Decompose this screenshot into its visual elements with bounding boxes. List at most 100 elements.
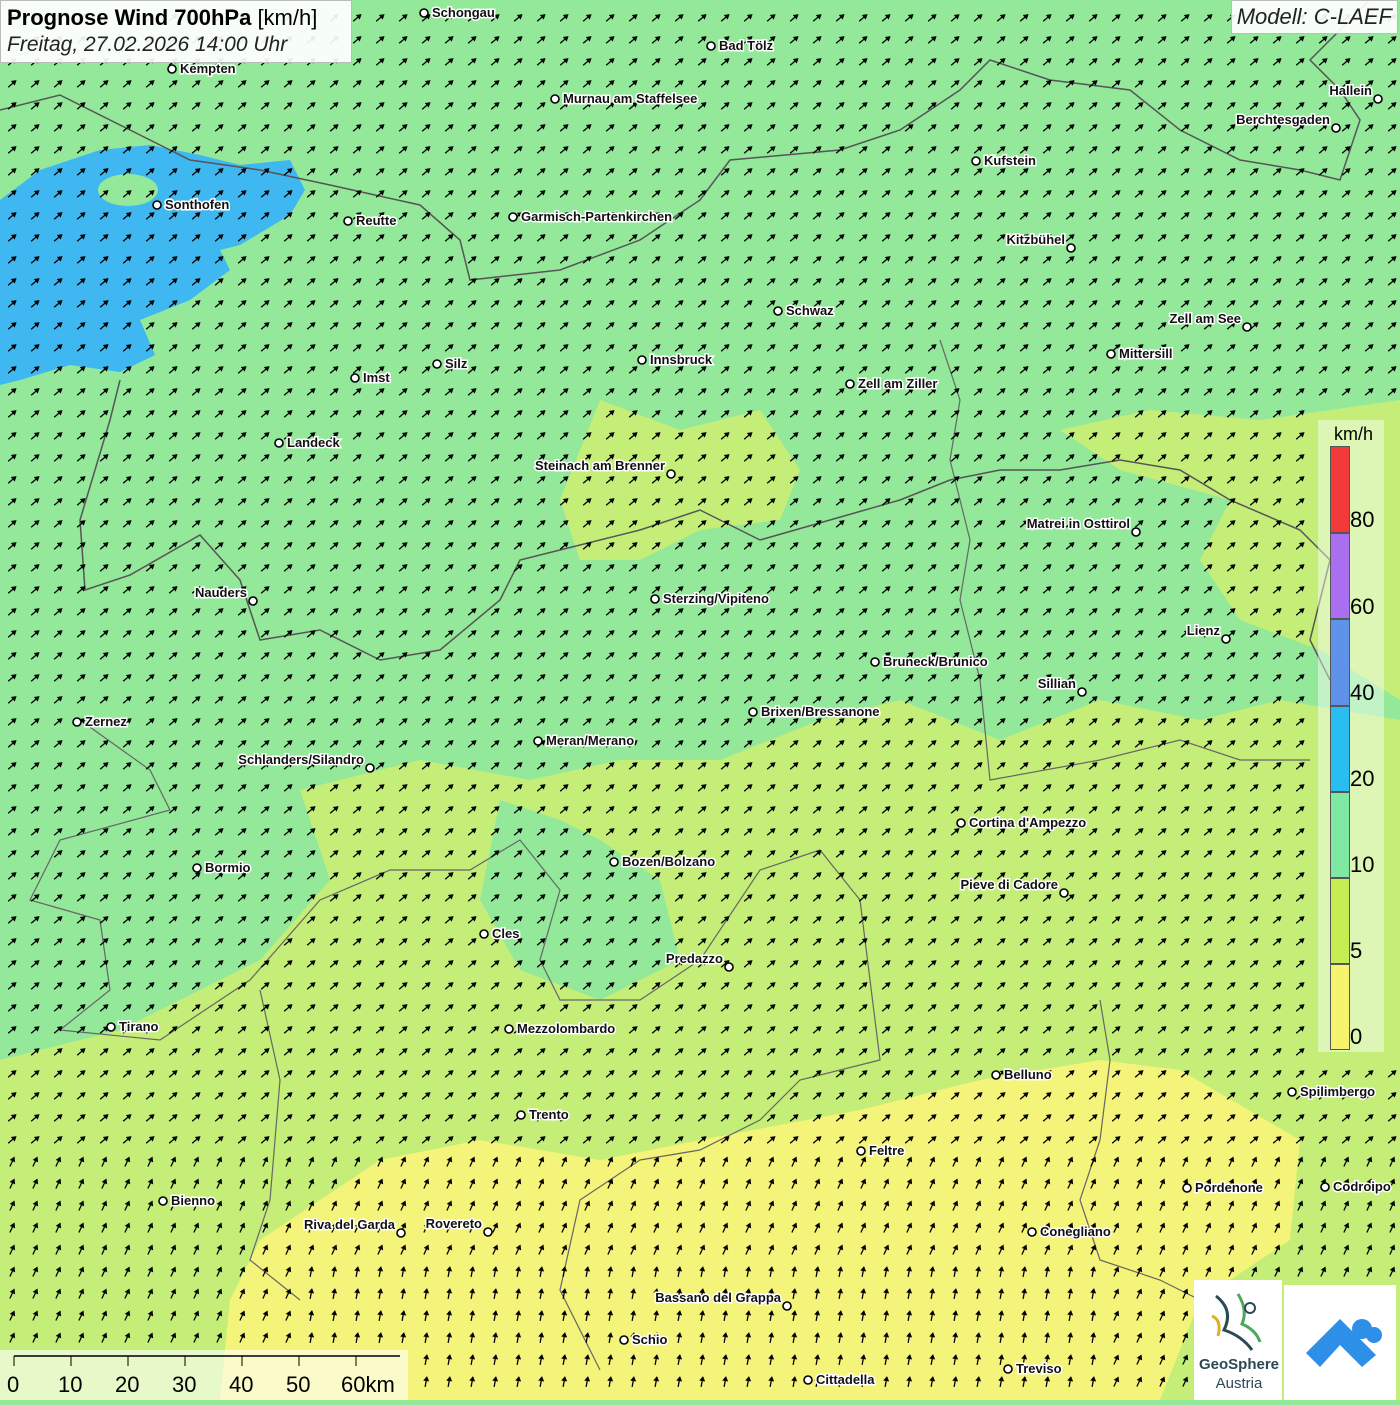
city-marker: Conegliano [1027, 1223, 1112, 1241]
city-label: Trento [529, 1107, 569, 1122]
city-label: Brixen/Bressanone [761, 704, 880, 719]
city-label: Feltre [869, 1143, 904, 1158]
city-label: Reutte [356, 213, 396, 228]
city-marker: Bruneck/Brunico [870, 653, 989, 671]
city-marker: Mezzolombardo [504, 1020, 617, 1038]
forecast-time: Freitag, 27.02.2026 14:00 Uhr [7, 33, 288, 56]
legend-tick-10: 10 [1350, 852, 1375, 877]
city-label: Mezzolombardo [517, 1021, 615, 1036]
city-label: Berchtesgaden [1236, 112, 1330, 127]
city-label: Kufstein [984, 153, 1036, 168]
city-label: Cortina d'Ampezzo [969, 815, 1086, 830]
scale-label-20: 20 [115, 1372, 140, 1397]
city-label: Belluno [1004, 1067, 1052, 1082]
city-label: Sonthofen [165, 197, 229, 212]
scale-label-0: 0 [7, 1372, 20, 1397]
city-label: Zell am See [1169, 311, 1241, 326]
city-label: Spilimbergo [1300, 1084, 1375, 1099]
city-label: Riva del Garda [304, 1217, 396, 1232]
city-label: Pieve di Cadore [960, 877, 1058, 892]
city-marker: Schongau [419, 4, 496, 22]
city-label: Schlanders/Silandro [238, 752, 364, 767]
legend-tick-80: 80 [1350, 507, 1375, 532]
city-label: Mittersill [1119, 346, 1172, 361]
city-label: Silz [445, 356, 468, 371]
city-label: Rovereto [426, 1216, 482, 1231]
city-marker: Sterzing/Vipiteno [650, 590, 770, 608]
city-label: Meran/Merano [546, 733, 634, 748]
city-label: Kitzbühel [1007, 232, 1066, 247]
scale-label-30: 30 [172, 1372, 197, 1397]
legend-band-80 [1330, 446, 1350, 533]
city-marker: Spilimbergo [1287, 1083, 1377, 1101]
city-label: Codroipo [1333, 1179, 1391, 1194]
city-label: Bassano del Grappa [655, 1290, 781, 1305]
city-label: Matrei in Osttirol [1027, 516, 1130, 531]
city-marker: Meran/Merano [533, 732, 636, 750]
city-label: Innsbruck [650, 352, 713, 367]
city-label: Steinach am Brenner [535, 458, 665, 473]
geosphere-logo-subtext: Austria [1215, 1375, 1263, 1392]
title-main: Prognose Wind 700hPa [7, 5, 252, 30]
city-label: Nauders [195, 585, 247, 600]
city-marker: Cortina d'Ampezzo [956, 814, 1088, 832]
legend-tick-0: 0 [1350, 1024, 1363, 1049]
city-label: Schwaz [786, 303, 834, 318]
city-label: Imst [363, 370, 390, 385]
wind-map: Schongau Bad Tölz Kempten Murnau am Staffel… [0, 0, 1400, 1400]
city-label: Predazzo [666, 951, 723, 966]
city-marker: Innsbruck [637, 351, 714, 369]
city-label: Bruneck/Brunico [883, 654, 988, 669]
city-marker: Bozen/Bolzano [609, 853, 717, 871]
city-label: Bormio [205, 860, 251, 875]
scale-label-50: 50 [286, 1372, 311, 1397]
city-label: Bad Tölz [719, 38, 774, 53]
scale-label-10: 10 [58, 1372, 83, 1397]
city-label: Pordenone [1195, 1180, 1263, 1195]
city-label: Lienz [1187, 623, 1221, 638]
app-logo [1284, 1285, 1396, 1400]
legend-tick-40: 40 [1350, 680, 1375, 705]
geosphere-logo-mark [1211, 1293, 1262, 1351]
legend-band-0 [1330, 964, 1350, 1050]
legend-band-40 [1330, 619, 1350, 706]
scale-label-40: 40 [229, 1372, 254, 1397]
city-marker: Sonthofen [152, 196, 231, 214]
legend-band-20 [1330, 706, 1350, 792]
city-label: Garmisch-Partenkirchen [521, 209, 672, 224]
legend-band-5 [1330, 878, 1350, 964]
city-marker: Murnau am Staffelsee [550, 90, 699, 108]
city-marker: Garmisch-Partenkirchen [508, 208, 674, 226]
scale-label-60: 60km [341, 1372, 395, 1397]
legend-band-60 [1330, 533, 1350, 619]
map-title: Prognose Wind 700hPa [km/h] [7, 4, 345, 32]
zone-10-20 [98, 174, 158, 206]
city-label: Kempten [180, 61, 236, 76]
city-label: Hallein [1329, 83, 1372, 98]
city-label: Schio [632, 1332, 667, 1347]
title-unit: [km/h] [257, 5, 318, 30]
city-marker: Brixen/Bressanone [748, 703, 881, 721]
city-label: Murnau am Staffelsee [563, 91, 697, 106]
city-label: Landeck [287, 435, 341, 450]
legend-tick-5: 5 [1350, 938, 1363, 963]
model-label: Modell: C-LAEF [1230, 0, 1398, 34]
geosphere-logo-text: GeoSphere [1198, 1356, 1280, 1373]
city-label: Zell am Ziller [858, 376, 937, 391]
title-box: Prognose Wind 700hPa [km/h] Freitag, 27.… [0, 0, 352, 63]
city-marker: Pordenone [1182, 1179, 1264, 1197]
city-label: Tirano [119, 1019, 159, 1034]
city-label: Conegliano [1040, 1224, 1111, 1239]
legend-unit: km/h [1334, 424, 1374, 444]
city-label: Sterzing/Vipiteno [663, 591, 769, 606]
city-label: Cittadella [816, 1372, 875, 1387]
city-marker: Zell am Ziller [845, 375, 939, 393]
city-label: Zernez [85, 714, 127, 729]
city-label: Cles [492, 926, 519, 941]
scale-bar-ticks [13, 1355, 400, 1366]
city-label: Bozen/Bolzano [622, 854, 715, 869]
city-label: Sillian [1038, 676, 1076, 691]
city-label: Treviso [1016, 1361, 1062, 1376]
cloud-arrow-icon [1306, 1319, 1382, 1367]
city-label: Schongau [432, 5, 495, 20]
